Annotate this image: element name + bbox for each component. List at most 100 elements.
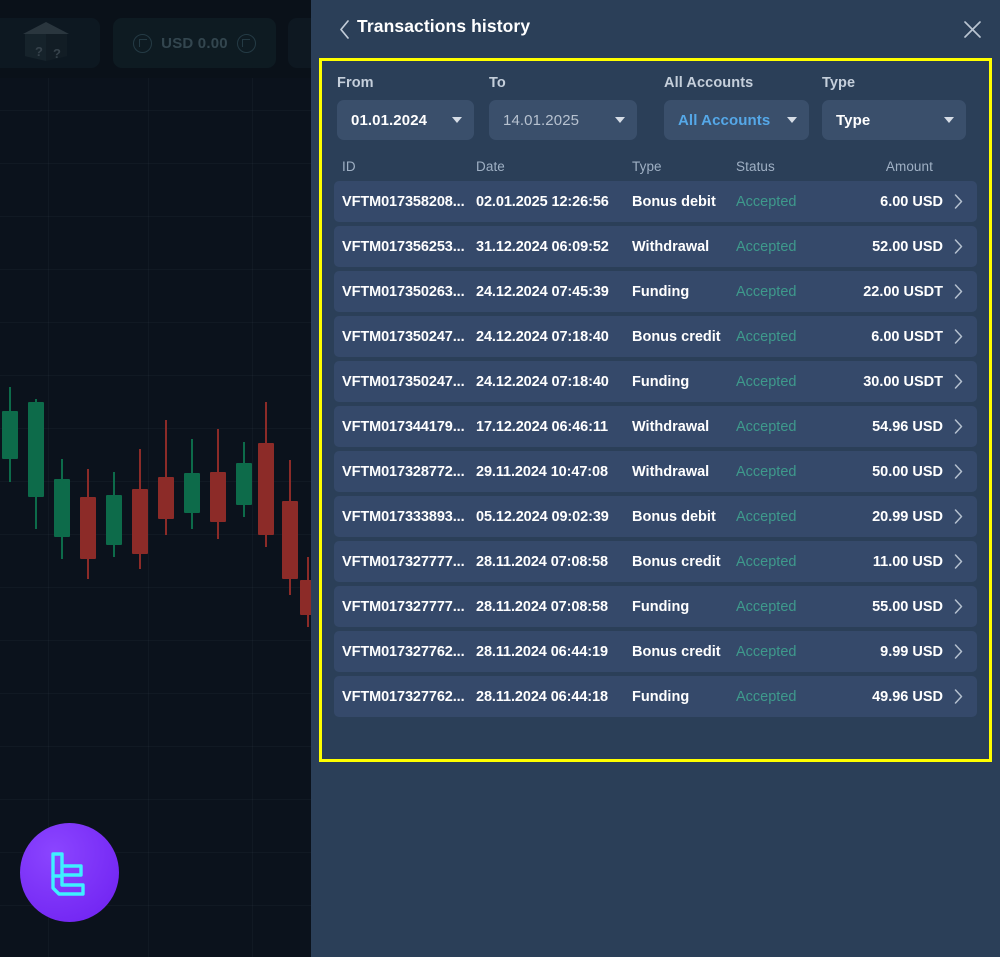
chevron-right-icon[interactable]: [954, 239, 963, 254]
close-icon: [963, 20, 981, 38]
chevron-right-icon[interactable]: [954, 689, 963, 704]
cell-amount: 52.00 USD: [854, 239, 963, 255]
cell-id: VFTM017327762...: [342, 688, 465, 705]
cell-type: Bonus credit: [632, 328, 721, 345]
amount-text: 50.00 USD: [872, 463, 943, 480]
amount-text: 52.00 USD: [872, 238, 943, 255]
from-date-select[interactable]: 01.01.2024: [337, 100, 474, 140]
cell-type: Bonus credit: [632, 643, 721, 660]
panel-header: Transactions history: [311, 0, 1000, 57]
cell-type: Withdrawal: [632, 463, 710, 480]
balance-chip[interactable]: USD 0.00: [113, 18, 276, 68]
grid-line-h: [0, 110, 311, 111]
chevron-right-icon[interactable]: [954, 554, 963, 569]
cell-status: Accepted: [736, 688, 797, 705]
chevron-right-icon[interactable]: [954, 644, 963, 659]
close-button[interactable]: [959, 16, 985, 42]
cell-status: Accepted: [736, 598, 797, 615]
cell-status: Accepted: [736, 283, 797, 300]
grid-line-h: [0, 322, 311, 323]
table-row[interactable]: VFTM017358208... 02.01.2025 12:26:56 Bonus…: [334, 181, 977, 222]
cell-amount: 54.96 USD: [854, 419, 963, 435]
brand-logo: [20, 823, 119, 922]
cell-date: 28.11.2024 06:44:18: [476, 688, 608, 705]
cell-id: VFTM017358208...: [342, 193, 465, 210]
cell-status: Accepted: [736, 643, 797, 660]
cell-amount: 6.00 USDT: [854, 329, 963, 345]
chevron-right-icon[interactable]: [954, 599, 963, 614]
grid-line-h: [0, 163, 311, 164]
cell-date: 29.11.2024 10:47:08: [476, 463, 608, 480]
cell-date: 24.12.2024 07:18:40: [476, 373, 609, 390]
cell-amount: 22.00 USDT: [854, 284, 963, 300]
amount-text: 11.00 USD: [872, 553, 943, 570]
cell-amount: 55.00 USD: [854, 599, 963, 615]
filter-type-label: Type: [822, 75, 856, 91]
chevron-down-icon: [615, 117, 625, 123]
amount-text: 22.00 USDT: [863, 283, 943, 300]
chevron-right-icon[interactable]: [954, 194, 963, 209]
table-row[interactable]: VFTM017356253... 31.12.2024 06:09:52 Withd…: [334, 226, 977, 267]
chevron-down-icon: [787, 117, 797, 123]
cell-type: Funding: [632, 598, 690, 615]
transactions-list: VFTM017358208... 02.01.2025 12:26:56 Bonus…: [322, 181, 989, 717]
cell-status: Accepted: [736, 508, 797, 525]
toolbar-extra-chip[interactable]: [288, 18, 311, 68]
chevron-right-icon[interactable]: [954, 464, 963, 479]
mystery-box-chip[interactable]: ? ?: [0, 18, 100, 68]
chevron-right-icon[interactable]: [954, 284, 963, 299]
filter-from-label: From: [337, 75, 374, 91]
amount-text: 9.99 USD: [880, 643, 943, 660]
refresh-icon: [133, 33, 153, 53]
table-row[interactable]: VFTM017327762... 28.11.2024 06:44:18 Fundi…: [334, 676, 977, 717]
column-header-amount: Amount: [885, 158, 933, 174]
chevron-right-icon[interactable]: [954, 509, 963, 524]
cell-date: 24.12.2024 07:18:40: [476, 328, 609, 345]
chevron-right-icon[interactable]: [954, 419, 963, 434]
table-row[interactable]: VFTM017327777... 28.11.2024 07:08:58 Fundi…: [334, 586, 977, 627]
cell-amount: 20.99 USD: [854, 509, 963, 525]
grid-line-h: [0, 587, 311, 588]
highlight-region: From 01.01.2024 To 14.01.2025 All Accoun…: [319, 58, 992, 762]
back-button[interactable]: [332, 16, 356, 42]
chevron-right-icon[interactable]: [954, 374, 963, 389]
cell-id: VFTM017350247...: [342, 373, 465, 390]
cell-status: Accepted: [736, 418, 797, 435]
cell-id: VFTM017344179...: [342, 418, 465, 435]
cell-id: VFTM017327777...: [342, 553, 465, 570]
cell-type: Funding: [632, 688, 690, 705]
table-row[interactable]: VFTM017350247... 24.12.2024 07:18:40 Bonus…: [334, 316, 977, 357]
grid-line-h: [0, 269, 311, 270]
table-row[interactable]: VFTM017327762... 28.11.2024 06:44:19 Bonus…: [334, 631, 977, 672]
table-row[interactable]: VFTM017350247... 24.12.2024 07:18:40 Fundi…: [334, 361, 977, 402]
column-header-type: Type: [632, 158, 662, 174]
amount-text: 49.96 USD: [872, 688, 943, 705]
add-icon: [236, 33, 256, 53]
column-header-status: Status: [736, 158, 775, 174]
page-title: Transactions history: [357, 16, 531, 36]
background-trading-app: ? ? USD 0.00: [0, 0, 311, 957]
filter-to-label: To: [489, 75, 506, 91]
type-select[interactable]: Type: [822, 100, 966, 140]
type-value: Type: [836, 111, 871, 129]
cell-date: 28.11.2024 07:08:58: [476, 598, 608, 615]
grid-line-h: [0, 375, 311, 376]
table-row[interactable]: VFTM017327777... 28.11.2024 07:08:58 Bonus…: [334, 541, 977, 582]
table-row[interactable]: VFTM017350263... 24.12.2024 07:45:39 Fundi…: [334, 271, 977, 312]
amount-text: 6.00 USD: [880, 193, 943, 210]
table-row[interactable]: VFTM017328772... 29.11.2024 10:47:08 Withd…: [334, 451, 977, 492]
account-select[interactable]: All Accounts: [664, 100, 809, 140]
amount-text: 55.00 USD: [872, 598, 943, 615]
table-row[interactable]: VFTM017333893... 05.12.2024 09:02:39 Bonus…: [334, 496, 977, 537]
table-row[interactable]: VFTM017344179... 17.12.2024 06:46:11 Withd…: [334, 406, 977, 447]
chevron-right-icon[interactable]: [954, 329, 963, 344]
cell-status: Accepted: [736, 328, 797, 345]
cell-status: Accepted: [736, 373, 797, 390]
cell-status: Accepted: [736, 238, 797, 255]
cell-date: 02.01.2025 12:26:56: [476, 193, 609, 210]
chevron-down-icon: [452, 117, 462, 123]
amount-text: 6.00 USDT: [871, 328, 943, 345]
to-date-select[interactable]: 14.01.2025: [489, 100, 637, 140]
cell-date: 05.12.2024 09:02:39: [476, 508, 609, 525]
cell-id: VFTM017350263...: [342, 283, 465, 300]
